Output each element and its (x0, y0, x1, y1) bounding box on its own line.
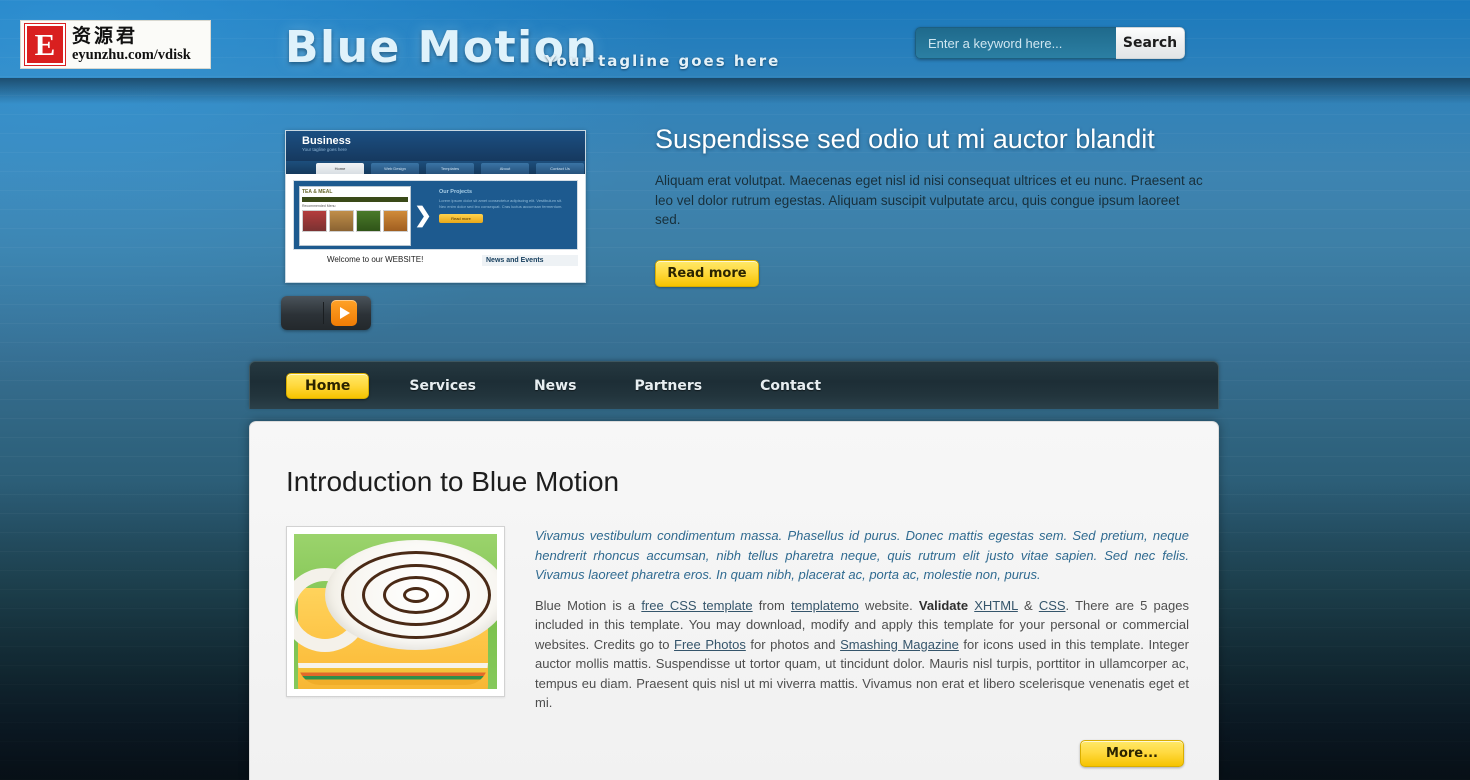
preview-tab-templates: Templates (426, 163, 474, 174)
slider-paragraph: Aliquam erat volutpat. Maecenas eget nis… (655, 173, 1203, 227)
slider-controls-separator (323, 302, 324, 324)
slider-heading: Suspendisse sed odio ut mi auctor blandi… (655, 124, 1155, 154)
preview-footer: Welcome to our WEBSITE! News and Events (293, 255, 578, 266)
preview-shot-title: TEA & MEAL (302, 189, 333, 195)
link-free-css-template[interactable]: free CSS template (641, 598, 752, 613)
nav-item-services[interactable]: Services (391, 373, 494, 399)
nav-item-contact[interactable]: Contact (742, 373, 839, 399)
link-smashing-magazine[interactable]: Smashing Magazine (840, 637, 959, 652)
body-segment-2: from (752, 597, 791, 613)
preview-next-arrow-icon: ❯ (414, 203, 432, 227)
preview-tab-contact: Contact Us (536, 163, 584, 174)
preview-thumb-row (302, 210, 408, 232)
search-form[interactable]: Search (915, 27, 1185, 59)
watermark-badge-letter: E (24, 23, 66, 66)
preview-brand-sub: Your tagline goes here (302, 147, 347, 152)
search-button[interactable]: Search (1116, 27, 1185, 59)
intro-lead-paragraph: Vivamus vestibulum condimentum massa. Ph… (535, 528, 1189, 582)
body-segment-3: website. (858, 597, 919, 613)
preview-thumb-4 (383, 210, 408, 232)
preview-tab-about: About (481, 163, 529, 174)
body-segment-7: for photos and (745, 636, 841, 652)
preview-welcome-text: Welcome to our WEBSITE! (327, 255, 424, 264)
body-segment-5: & (1017, 597, 1039, 613)
link-css[interactable]: CSS (1039, 598, 1066, 613)
coffee-cup-photo (286, 526, 505, 697)
link-templatemo[interactable]: templatemo (791, 598, 859, 613)
site-tagline: Your tagline goes here (545, 52, 781, 70)
preview-header: Business Your tagline goes here (286, 131, 585, 161)
watermark-text: 资源君 eyunzhu.com/vdisk (72, 24, 191, 63)
search-input[interactable] (915, 27, 1116, 59)
page-title: Introduction to Blue Motion (286, 466, 620, 497)
watermark-chinese-label: 资源君 (72, 24, 139, 47)
link-xhtml[interactable]: XHTML (974, 598, 1018, 613)
preview-tab-home: Home (316, 163, 364, 174)
preview-inner-screenshot: TEA & MEAL Recommended Menu (299, 186, 411, 246)
main-navigation: Home Services News Partners Contact (249, 361, 1219, 409)
preview-panel-button: Read more (439, 214, 483, 223)
read-more-button[interactable]: Read more (655, 260, 759, 287)
slider-controls[interactable] (281, 296, 371, 330)
preview-thumb-3 (356, 210, 381, 232)
coffee-cup-illustration (294, 534, 497, 689)
preview-panel-text: Lorem ipsum dolor sit amet consectetur a… (439, 198, 563, 209)
preview-panel-title: Our Projects (439, 189, 473, 195)
preview-banner: TEA & MEAL Recommended Menu ❯ Our Projec… (293, 180, 578, 250)
content-panel: Introduction to Blue Motion Vivamus vest… (249, 421, 1219, 780)
preview-thumb-1 (302, 210, 327, 232)
nav-item-news[interactable]: News (516, 373, 594, 399)
preview-body: TEA & MEAL Recommended Menu ❯ Our Projec… (286, 174, 585, 282)
link-free-photos[interactable]: Free Photos (674, 637, 746, 652)
preview-shot-caption: Recommended Menu (302, 204, 336, 208)
cup-stripes-shape (298, 663, 488, 685)
watermark-logo: E 资源君 eyunzhu.com/vdisk (20, 20, 211, 69)
cup-swirl-4 (403, 587, 429, 603)
watermark-url-label: eyunzhu.com/vdisk (72, 46, 191, 63)
preview-thumb-2 (329, 210, 354, 232)
more-button[interactable]: More... (1080, 740, 1184, 767)
cup-top-shape (325, 540, 497, 650)
page-root: E 资源君 eyunzhu.com/vdisk Blue Motion Your… (0, 0, 1470, 780)
nav-item-partners[interactable]: Partners (616, 373, 720, 399)
preview-side-panel: Our Projects Lorem ipsum dolor sit amet … (435, 186, 572, 244)
intro-body-paragraph: Blue Motion is a free CSS template from … (535, 596, 1189, 713)
preview-tab-webdesign: Web Design (371, 163, 419, 174)
play-icon[interactable] (331, 300, 357, 326)
intro-section: Vivamus vestibulum condimentum massa. Ph… (286, 526, 1218, 713)
body-segment-1: Blue Motion is a (535, 597, 642, 613)
background-band (0, 78, 1470, 104)
preview-news-text: News and Events (482, 255, 578, 266)
preview-shot-bar (302, 197, 408, 202)
nav-item-home[interactable]: Home (286, 372, 370, 399)
slider-preview-image[interactable]: Business Your tagline goes here Home Web… (285, 130, 586, 283)
intro-text-column: Vivamus vestibulum condimentum massa. Ph… (535, 526, 1189, 713)
body-strong-validate: Validate (918, 597, 969, 613)
preview-tabs: Home Web Design Templates About Contact … (286, 161, 585, 174)
preview-brand: Business (302, 135, 351, 147)
